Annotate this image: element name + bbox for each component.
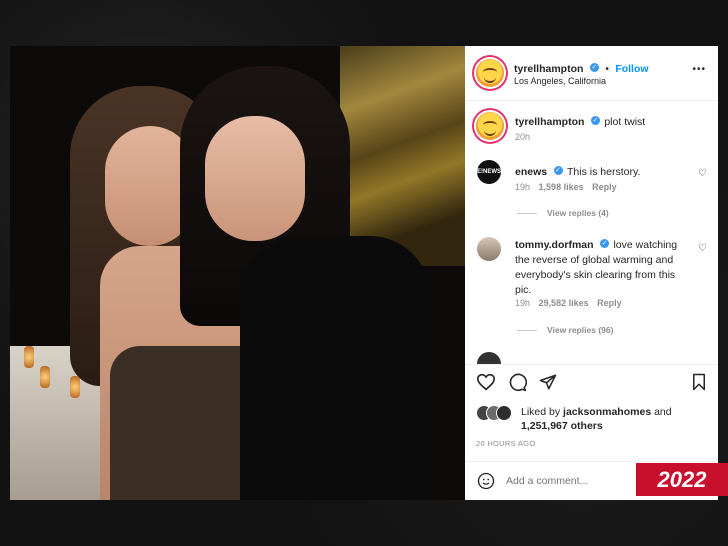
comment-username[interactable]: enews bbox=[515, 166, 547, 178]
author-avatar[interactable] bbox=[476, 59, 504, 87]
comment-input[interactable] bbox=[506, 473, 636, 489]
comment-time: 19h bbox=[515, 182, 531, 192]
liked-by-prefix: Liked by bbox=[521, 406, 561, 418]
view-replies-button[interactable]: View replies (96) bbox=[517, 325, 613, 335]
liker-avatar bbox=[496, 405, 512, 421]
caption: tyrellhampton ✓ plot twist bbox=[515, 112, 645, 130]
post-timestamp[interactable]: 20 HOURS AGO bbox=[476, 439, 535, 448]
comment-likes[interactable]: 29,582 likes bbox=[539, 298, 589, 308]
heart-icon[interactable] bbox=[476, 373, 496, 395]
caption-text: plot twist bbox=[604, 116, 646, 128]
comment-likes[interactable]: 1,598 likes bbox=[539, 182, 584, 192]
caption-username[interactable]: tyrellhampton bbox=[515, 116, 584, 128]
view-replies-line bbox=[517, 213, 537, 215]
liked-by-text: Liked by jacksonmahomes and 1,251,967 ot… bbox=[521, 405, 711, 433]
comment-username[interactable]: tommy.dorfman bbox=[515, 239, 594, 251]
photo-candle bbox=[24, 346, 34, 368]
reply-button[interactable]: Reply bbox=[592, 182, 617, 192]
photo-background-glitter bbox=[340, 46, 465, 266]
post-header: tyrellhampton ✓ • Follow Los Angeles, Ca… bbox=[465, 46, 718, 101]
comment-like-heart-icon[interactable]: ♡ bbox=[697, 243, 708, 254]
photo-person-right-body bbox=[240, 236, 430, 500]
caption-time: 20h bbox=[515, 132, 531, 142]
comment-body: tommy.dorfman ✓ love watching the revers… bbox=[515, 237, 683, 297]
view-replies-label: View replies (4) bbox=[547, 208, 609, 218]
tommy-dorfman-avatar[interactable] bbox=[477, 237, 501, 261]
view-replies-label: View replies (96) bbox=[547, 325, 614, 335]
comment-meta: 19h 1,598 likes Reply bbox=[515, 182, 617, 192]
liked-by-suffix: and bbox=[654, 406, 672, 418]
emoji-icon[interactable] bbox=[477, 472, 495, 495]
comment-body: enews ✓ This is herstory. bbox=[515, 162, 690, 180]
view-replies-button[interactable]: View replies (4) bbox=[517, 208, 609, 218]
photo-candle bbox=[40, 366, 50, 388]
more-icon[interactable]: ••• bbox=[692, 64, 706, 75]
verified-icon: ✓ bbox=[600, 239, 610, 249]
reply-button[interactable]: Reply bbox=[597, 298, 622, 308]
post-side-panel: tyrellhampton ✓ • Follow Los Angeles, Ca… bbox=[465, 46, 718, 500]
author-username[interactable]: tyrellhampton bbox=[514, 63, 583, 75]
comment-text: This is herstory. bbox=[567, 166, 641, 178]
year-badge: 2022 bbox=[636, 463, 728, 496]
liked-by-user[interactable]: jacksonmahomes bbox=[563, 406, 651, 418]
post-location[interactable]: Los Angeles, California bbox=[514, 76, 606, 86]
comment-time: 19h bbox=[515, 298, 531, 308]
comment-icon[interactable] bbox=[508, 373, 528, 396]
verified-icon: ✓ bbox=[589, 63, 599, 73]
photo-person-right-face bbox=[205, 116, 305, 241]
view-replies-line bbox=[517, 330, 537, 332]
post-photo[interactable] bbox=[10, 46, 465, 500]
enews-avatar[interactable]: E!NEWS bbox=[477, 160, 501, 184]
verified-icon: ✓ bbox=[590, 116, 600, 126]
follow-button[interactable]: Follow bbox=[615, 63, 648, 75]
comment-meta: 19h 29,582 likes Reply bbox=[515, 298, 622, 308]
caption-avatar[interactable] bbox=[476, 112, 504, 140]
verified-icon: ✓ bbox=[553, 166, 563, 176]
photo-candle bbox=[70, 376, 80, 398]
bookmark-icon[interactable] bbox=[691, 373, 707, 395]
liked-by-others[interactable]: 1,251,967 others bbox=[521, 420, 603, 432]
separator-dot: • bbox=[605, 64, 609, 75]
liked-by-avatars[interactable] bbox=[476, 405, 520, 421]
comment-like-heart-icon[interactable]: ♡ bbox=[697, 168, 708, 179]
next-comment-avatar[interactable] bbox=[477, 352, 501, 364]
share-icon[interactable] bbox=[539, 373, 557, 395]
